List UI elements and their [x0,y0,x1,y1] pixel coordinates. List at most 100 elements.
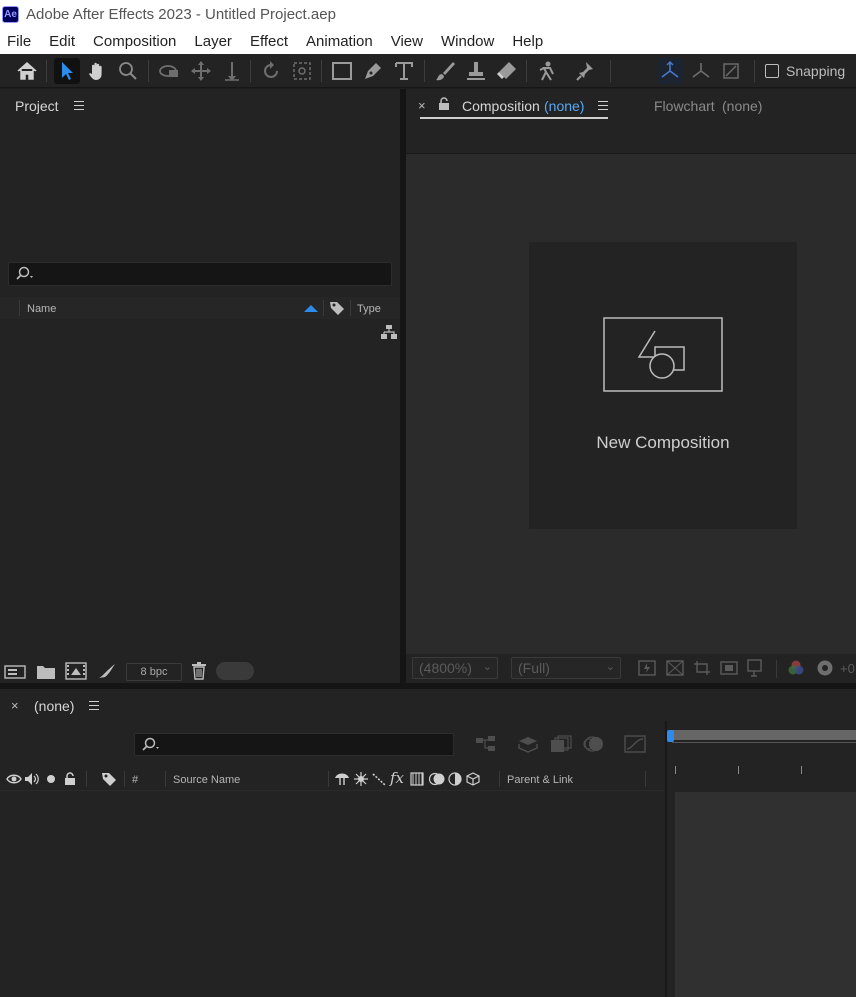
rotate-icon[interactable] [258,58,284,84]
rgb-channels-icon[interactable] [786,659,806,677]
anchor-point-icon[interactable] [289,58,315,84]
world-axis-icon[interactable] [657,58,683,84]
lock-icon[interactable] [437,97,451,111]
menu-effect[interactable]: Effect [241,33,297,50]
adjustment-layer-icon[interactable] [447,771,463,787]
brush-icon[interactable] [432,58,458,84]
effects-icon[interactable]: fx [390,769,404,787]
tools-panel [0,54,856,88]
graph-editor-icon[interactable] [624,735,646,753]
audio-icon[interactable] [24,771,40,787]
frame-blending-icon[interactable] [550,735,572,753]
timeline-tab-label[interactable]: (none) [34,698,74,714]
hand-icon[interactable] [84,58,110,84]
title-bar: Ae Adobe After Effects 2023 - Untitled P… [0,0,856,29]
search-icon [140,736,164,754]
project-panel [0,89,400,683]
flowchart-icon[interactable] [380,324,398,340]
region-of-interest-icon[interactable] [692,659,712,677]
layer-list[interactable] [0,790,665,997]
shy-icon[interactable] [334,771,350,787]
project-settings-icon[interactable] [97,662,117,680]
timeline-search-input[interactable] [134,733,454,756]
name-column-header[interactable]: Name [27,303,56,315]
quality-icon[interactable] [371,771,387,787]
snapping-checkbox[interactable] [765,64,779,78]
mask-visibility-icon[interactable] [719,659,739,677]
composition-flowchart-icon[interactable] [475,735,497,753]
reset-exposure-icon[interactable] [815,659,835,677]
new-composition-icon[interactable] [65,662,87,680]
interpret-footage-icon[interactable] [4,663,26,680]
local-axis-icon[interactable] [688,58,714,84]
puppet-pin-icon[interactable] [573,58,599,84]
fast-previews-icon[interactable] [637,659,657,677]
timeline-divider[interactable] [665,721,667,997]
zoom-icon[interactable] [115,58,141,84]
project-menu-icon[interactable] [74,101,84,110]
clone-stamp-icon[interactable] [463,58,489,84]
collapse-transform-icon[interactable] [353,771,369,787]
menu-help[interactable]: Help [503,33,552,50]
magnification-dropdown[interactable]: (4800%) ⌄ [412,657,498,679]
rectangle-icon[interactable] [329,58,355,84]
roto-brush-icon[interactable] [534,58,560,84]
transparency-grid-icon[interactable] [665,659,685,677]
menu-layer[interactable]: Layer [185,33,241,50]
chevron-down-icon: ⌄ [605,661,615,673]
composition-tab-label[interactable]: Composition [462,98,540,114]
dolly-camera-icon[interactable] [219,58,245,84]
label-tag-icon[interactable] [100,771,118,787]
menu-edit[interactable]: Edit [40,33,84,50]
resolution-dropdown[interactable]: (Full) ⌄ [511,657,621,679]
orbit-camera-icon[interactable] [156,58,182,84]
3d-layer-icon[interactable] [465,771,481,787]
motion-blur-switch-icon[interactable] [428,771,446,787]
project-panel-title[interactable]: Project [15,98,59,114]
source-name-header[interactable]: Source Name [173,774,240,786]
home-icon[interactable] [14,58,40,84]
flowchart-tab-label[interactable]: Flowchart [654,98,715,114]
new-composition-label: New Composition [596,433,730,452]
layer-number-header[interactable]: # [132,774,138,786]
eraser-icon[interactable] [494,58,520,84]
work-area-bar[interactable] [670,730,856,740]
window-title: Adobe After Effects 2023 - Untitled Proj… [26,6,336,23]
color-depth-button[interactable]: 8 bpc [126,663,182,681]
selection-icon[interactable] [54,58,80,84]
composition-menu-icon[interactable] [598,101,608,110]
flowchart-tab-value[interactable]: (none) [722,98,762,114]
draft-3d-icon[interactable] [517,735,539,753]
timeline-track-area[interactable] [675,792,856,997]
type-column-header[interactable]: Type [357,303,381,315]
type-icon[interactable] [391,58,417,84]
trash-icon[interactable] [190,662,208,680]
pan-camera-icon[interactable] [188,58,214,84]
video-visibility-icon[interactable] [6,771,22,787]
sort-ascending-icon[interactable] [303,302,319,314]
view-axis-icon[interactable] [718,58,744,84]
label-tag-icon[interactable] [329,300,345,316]
motion-blur-icon[interactable] [583,735,605,753]
menu-file[interactable]: File [0,33,40,50]
current-time-indicator[interactable] [667,730,674,742]
exposure-value[interactable]: +0 [840,661,855,676]
frame-blend-icon[interactable] [409,771,425,787]
composition-tab-value[interactable]: (none) [544,98,584,114]
close-timeline-tab-icon[interactable]: × [11,698,19,713]
menu-window[interactable]: Window [432,33,503,50]
project-search-input[interactable] [8,262,392,286]
new-folder-icon[interactable] [36,663,56,680]
menu-view[interactable]: View [382,33,432,50]
project-footer-scroll[interactable] [216,662,254,680]
pen-icon[interactable] [360,58,386,84]
menu-composition[interactable]: Composition [84,33,185,50]
grid-guides-icon[interactable] [746,659,766,677]
menu-animation[interactable]: Animation [297,33,382,50]
solo-icon[interactable] [44,771,58,787]
lock-icon[interactable] [62,771,78,787]
close-composition-tab-icon[interactable]: × [418,98,426,113]
chevron-down-icon: ⌄ [482,661,492,673]
parent-link-header[interactable]: Parent & Link [507,774,573,786]
timeline-menu-icon[interactable] [89,701,99,710]
